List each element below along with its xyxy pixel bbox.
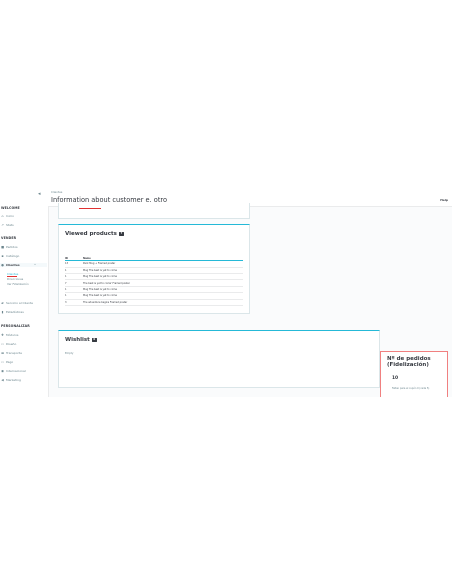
sidebar-item-label: Transporte <box>6 351 22 355</box>
cell-id: 3 <box>65 299 83 306</box>
sidebar-item-label: Módulos <box>6 333 19 337</box>
cart-icon: ■ <box>1 244 5 249</box>
loyalty-note: Faltan para el cupón 0 (cada 5) <box>392 387 430 390</box>
loyalty-title: Nº de pedidos (Fidelización) <box>387 356 431 368</box>
cell-name: The adventure begins Framed poster <box>83 299 243 306</box>
sidebar-item-pedidos[interactable]: ■ Pedidos <box>1 245 18 249</box>
section-welcome: WELCOME <box>1 206 20 210</box>
sidebar-item-pago[interactable]: ▭ Pago <box>1 360 13 364</box>
sidebar-item-label: Estadísticas <box>6 310 24 314</box>
card-header: Viewed products 7 <box>65 231 124 237</box>
sidebar-item-label: Pago <box>6 360 14 364</box>
sidebar-item-modulos[interactable]: ✚ Módulos <box>1 333 18 337</box>
collapse-sidebar-icon[interactable]: ◂ <box>38 191 41 197</box>
bar-chart-icon: ▮ <box>1 309 4 314</box>
sidebar-item-clientes[interactable]: ● Clientes ⌃ <box>0 263 47 267</box>
loyalty-order-count: 10 <box>392 376 399 381</box>
viewed-products-table: ID Name 13 Pack Mug + Framed poster 1 Mug … <box>65 256 243 306</box>
admin-app: ◂ WELCOME ⌂ Inicio ↗ Stats VENDER ■ Pedi… <box>0 187 452 397</box>
card-header: Wishlist 0 <box>65 337 97 343</box>
wishlist-card: Wishlist 0 Empty <box>58 330 380 388</box>
sidebar-item-marketing[interactable]: ◀ Marketing <box>1 378 21 382</box>
sidebar-item-catalogo[interactable]: ▪ Catálogo <box>1 254 19 258</box>
sidebar-subitem-fidelizacion[interactable]: Ver Fidelización <box>7 282 29 286</box>
sidebar-item-label: Catálogo <box>6 254 20 258</box>
breadcrumb[interactable]: Clientes <box>51 190 62 194</box>
sidebar-item-label: Internacional <box>6 369 26 373</box>
sidebar-subitem-direcciones[interactable]: Direcciones <box>7 277 23 281</box>
sidebar-item-inicio[interactable]: ⌂ Inicio <box>1 213 14 218</box>
sidebar-item-diseno[interactable]: ▭ Diseño <box>1 342 16 346</box>
trending-up-icon: ↗ <box>1 222 4 227</box>
annotation-underline <box>79 208 101 209</box>
sidebar-item-internacional[interactable]: ◉ Internacional <box>1 369 26 373</box>
viewed-products-card: Viewed products 7 ID Name 13 Pack Mug + F… <box>58 224 250 314</box>
chevron-up-icon: ⌃ <box>33 263 37 267</box>
previous-card <box>58 203 250 219</box>
wishlist-title: Wishlist <box>65 337 90 343</box>
person-icon: ● <box>1 262 4 267</box>
sidebar-item-servicio-cliente[interactable]: ▰ Servicio al Cliente <box>1 301 33 305</box>
sidebar-item-transporte[interactable]: ▬ Transporte <box>1 351 22 355</box>
sidebar-item-label: Marketing <box>6 378 21 382</box>
wishlist-empty-text: Empty <box>65 352 74 355</box>
card-icon: ▭ <box>1 359 5 364</box>
truck-icon: ▬ <box>1 350 5 355</box>
sidebar-item-label: Pedidos <box>6 245 18 249</box>
puzzle-icon: ✚ <box>1 332 4 337</box>
home-icon: ⌂ <box>1 213 4 218</box>
sidebar-item-label: Inicio <box>6 214 14 218</box>
sidebar: ◂ WELCOME ⌂ Inicio ↗ Stats VENDER ■ Pedi… <box>0 187 49 397</box>
store-icon: ▪ <box>1 253 4 258</box>
megaphone-icon: ◀ <box>1 377 4 382</box>
help-button[interactable]: Help <box>440 198 448 202</box>
sidebar-item-label: Servicio al Cliente <box>6 301 34 305</box>
desktop-icon: ▭ <box>1 341 5 346</box>
loyalty-box: Nº de pedidos (Fidelización) 10 Faltan p… <box>380 351 448 397</box>
sidebar-item-label: Diseño <box>6 342 17 346</box>
sidebar-item-stats[interactable]: ↗ Stats <box>1 223 14 227</box>
annotation-underline <box>7 275 17 277</box>
sidebar-item-label: Stats <box>6 223 14 227</box>
chat-icon: ▰ <box>1 300 4 305</box>
table-row[interactable]: 3 The adventure begins Framed poster <box>65 299 243 306</box>
section-personalizar: PERSONALIZAR <box>1 324 30 328</box>
sidebar-item-label: Clientes <box>6 263 20 267</box>
wishlist-count-badge: 0 <box>91 338 97 342</box>
section-vender: VENDER <box>1 236 17 240</box>
viewed-count-badge: 7 <box>118 232 124 236</box>
globe-icon: ◉ <box>1 368 4 373</box>
sidebar-item-estadisticas[interactable]: ▮ Estadísticas <box>1 310 24 314</box>
viewed-products-title: Viewed products <box>65 231 117 237</box>
